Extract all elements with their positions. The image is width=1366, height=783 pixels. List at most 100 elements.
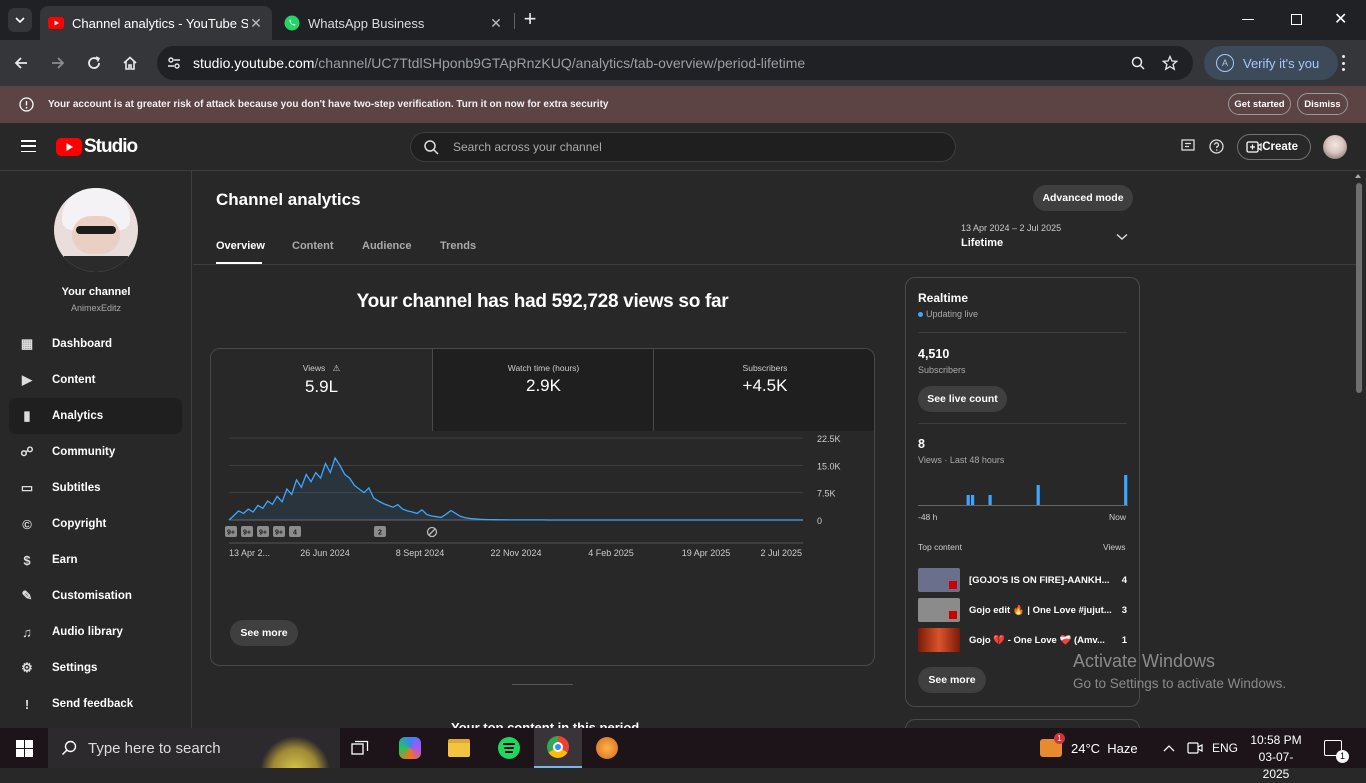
channel-search-input[interactable]: Search across your channel — [410, 132, 956, 162]
top-content-item[interactable]: Gojo 💔 - One Love ❤️‍🩹 (Amv... 1 — [918, 627, 1127, 653]
period-range: 13 Apr 2024 – 2 Jul 2025 — [961, 223, 1062, 233]
scrollbar-thumb[interactable] — [1356, 183, 1362, 393]
video-publish-marker[interactable]: 2 — [374, 526, 386, 537]
chrome-taskbar-button[interactable] — [534, 728, 582, 768]
realtime-bar[interactable] — [971, 495, 975, 505]
tab-overview[interactable]: Overview — [216, 240, 265, 252]
x-tick-label: 22 Nov 2024 — [490, 548, 541, 558]
metric-subscribers[interactable]: Subscribers +4.5K — [654, 349, 874, 431]
clock[interactable]: 10:58 PM 03-07-2025 — [1246, 732, 1306, 783]
sidebar-item-settings[interactable]: ⚙ Settings — [9, 650, 182, 686]
get-started-button[interactable]: Get started — [1228, 93, 1291, 115]
realtime-bar[interactable] — [966, 495, 970, 505]
meerkat-illustration-icon — [260, 736, 330, 768]
sidebar-item-send-feedback[interactable]: ! Send feedback — [9, 686, 182, 722]
task-view-icon[interactable] — [351, 740, 369, 756]
svg-text:9+: 9+ — [227, 530, 235, 537]
advanced-mode-button[interactable]: Advanced mode — [1033, 185, 1133, 211]
sidebar-item-subtitles[interactable]: ▭ Subtitles — [9, 470, 182, 506]
close-tab-icon[interactable]: ✕ — [248, 15, 264, 31]
realtime-bar[interactable] — [1124, 475, 1128, 505]
verify-profile-button[interactable]: A Verify it's you — [1204, 46, 1338, 80]
tab-channel-analytics[interactable]: Channel analytics - YouTube Studio ✕ — [40, 6, 272, 40]
link-marker-icon[interactable] — [426, 526, 438, 538]
language-indicator[interactable]: ENG — [1212, 741, 1238, 755]
close-window-icon[interactable]: ✕ — [1334, 9, 1347, 29]
taskbar-search-input[interactable]: Type here to search — [48, 728, 340, 768]
search-icon — [61, 740, 77, 756]
weather-icon: 1 — [1040, 733, 1065, 757]
realtime-see-more-button[interactable]: See more — [918, 667, 986, 693]
sidebar-item-label: Subtitles — [52, 482, 101, 494]
help-icon[interactable] — [1209, 139, 1224, 154]
spotify-icon[interactable] — [498, 737, 520, 759]
forward-icon[interactable] — [50, 55, 66, 71]
reload-icon[interactable] — [86, 55, 102, 71]
home-icon[interactable] — [122, 55, 138, 71]
browser-menu-icon[interactable] — [1342, 53, 1346, 73]
video-publish-marker[interactable]: 4 — [289, 526, 301, 537]
file-explorer-icon[interactable] — [448, 739, 470, 757]
see-more-button[interactable]: See more — [230, 620, 298, 646]
see-live-count-button[interactable]: See live count — [918, 386, 1007, 412]
tab-audience[interactable]: Audience — [362, 240, 412, 252]
account-avatar[interactable] — [1323, 135, 1347, 159]
video-publish-marker[interactable]: 9+ — [225, 526, 237, 537]
copilot-icon[interactable] — [399, 737, 421, 759]
sidebar-item-audio-library[interactable]: ♫ Audio library — [9, 614, 182, 650]
browser-toolbar: studio.youtube.com/channel/UC7TtdlSHponb… — [0, 40, 1366, 86]
video-publish-marker[interactable]: 9+ — [241, 526, 253, 537]
restore-icon[interactable] — [1291, 14, 1302, 25]
close-tab-icon[interactable]: ✕ — [488, 15, 504, 31]
sidebar-item-earn[interactable]: $ Earn — [9, 542, 182, 578]
metric-watch-time[interactable]: Watch time (hours) 2.9K — [433, 349, 654, 431]
windows-taskbar: Type here to search 1 24°C Haze ENG 10:5… — [0, 728, 1366, 781]
weather-widget[interactable]: 1 24°C Haze — [1040, 728, 1150, 768]
notification-center-icon[interactable]: 1 — [1324, 740, 1349, 763]
new-tab-icon[interactable]: + — [520, 8, 540, 32]
sidebar-item-content[interactable]: ▶ Content — [9, 362, 182, 398]
analytics-icon: ▮ — [23, 408, 31, 423]
channel-avatar[interactable] — [54, 188, 138, 272]
video-title: [GOJO'S IS ON FIRE]-AANKH... — [969, 574, 1110, 586]
create-label: Create — [1262, 141, 1298, 153]
realtime-card: Realtime Updating live 4,510 Subscribers… — [905, 277, 1140, 707]
zoom-icon[interactable] — [1131, 56, 1145, 70]
site-info-icon[interactable] — [167, 56, 181, 70]
show-hidden-icons-icon[interactable] — [1163, 744, 1175, 752]
tab-trends[interactable]: Trends — [440, 240, 476, 252]
tab-search-button[interactable] — [8, 8, 32, 32]
messages-icon[interactable] — [1181, 139, 1195, 153]
fl-studio-icon[interactable] — [596, 737, 618, 759]
studio-logo[interactable]: Studio — [56, 136, 138, 158]
sidebar-item-copyright[interactable]: © Copyright — [9, 506, 182, 542]
back-icon[interactable] — [13, 55, 29, 71]
camera-icon[interactable] — [1187, 741, 1203, 755]
metric-views[interactable]: Views ⚠ 5.9L — [211, 349, 432, 431]
address-bar[interactable]: studio.youtube.com/channel/UC7TtdlSHponb… — [157, 46, 1193, 80]
realtime-bar[interactable] — [988, 495, 992, 505]
sidebar-item-community[interactable]: ☍ Community — [9, 434, 182, 470]
sidebar-item-label: Customisation — [52, 590, 132, 602]
top-content-item[interactable]: Gojo edit 🔥 | One Love #jujut... 3 — [918, 597, 1127, 623]
top-content-item[interactable]: [GOJO'S IS ON FIRE]-AANKH... 4 — [918, 567, 1127, 593]
sidebar-item-analytics[interactable]: ▮ Analytics — [9, 398, 182, 434]
bookmark-star-icon[interactable] — [1162, 55, 1178, 71]
weather-text: 24°C Haze — [1071, 740, 1138, 756]
divider — [918, 423, 1127, 424]
video-publish-marker[interactable]: 9+ — [257, 526, 269, 537]
windows-start-icon[interactable] — [16, 740, 33, 757]
minimize-icon[interactable] — [1242, 19, 1254, 20]
create-button[interactable]: Create — [1237, 134, 1311, 160]
video-publish-marker[interactable]: 9+ — [273, 526, 285, 537]
sidebar-item-dashboard[interactable]: ▦ Dashboard — [9, 326, 182, 362]
period-selector[interactable]: 13 Apr 2024 – 2 Jul 2025 Lifetime — [961, 223, 1133, 253]
dismiss-button[interactable]: Dismiss — [1297, 93, 1348, 115]
hamburger-menu-icon[interactable] — [21, 140, 36, 152]
realtime-bar[interactable] — [1036, 485, 1040, 505]
scrollbar-up-arrow[interactable] — [1355, 174, 1361, 178]
tab-whatsapp-business[interactable]: WhatsApp Business ✕ — [276, 6, 512, 40]
content-icon: ▶ — [22, 372, 32, 387]
tab-content[interactable]: Content — [292, 240, 334, 252]
sidebar-item-customisation[interactable]: ✎ Customisation — [9, 578, 182, 614]
